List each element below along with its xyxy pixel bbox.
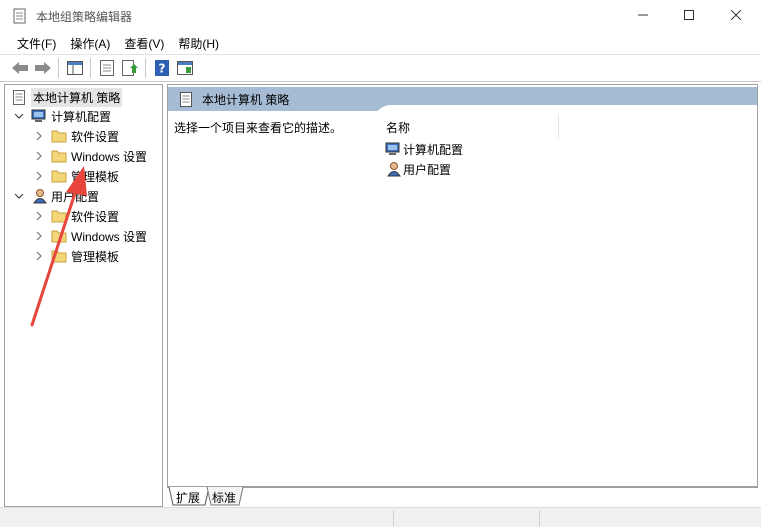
tree-item-label: 管理模板	[71, 169, 120, 184]
status-bar	[0, 507, 761, 527]
policy-icon	[178, 91, 194, 107]
forward-button[interactable]	[31, 57, 54, 79]
folder-icon	[51, 248, 67, 264]
user-icon	[31, 188, 47, 204]
view-button[interactable]	[173, 57, 196, 79]
tree-item-user-windows-settings[interactable]: Windows 设置	[33, 226, 147, 246]
tab-extended-label: 扩展	[176, 490, 201, 505]
tree-item-software-settings[interactable]: 软件设置	[33, 126, 119, 146]
tree-item-user-config[interactable]: 用户配置	[13, 186, 99, 206]
item-list: 名称 计算机配置 用户配置	[373, 105, 757, 486]
tree-item-label: 计算机配置	[51, 109, 112, 124]
chevron-right-icon[interactable]	[33, 170, 45, 182]
description-panel: 选择一个项目来查看它的描述。	[168, 111, 373, 486]
description-text: 选择一个项目来查看它的描述。	[174, 121, 343, 135]
column-header-name[interactable]: 名称	[373, 115, 559, 139]
minimize-button[interactable]	[620, 0, 666, 30]
tree-item-user-software-settings[interactable]: 软件设置	[33, 206, 119, 226]
toolbar-separator	[58, 58, 59, 78]
forward-icon	[34, 62, 51, 74]
tab-extended[interactable]: 扩展	[170, 487, 206, 507]
tree-item-windows-settings[interactable]: Windows 设置	[33, 146, 147, 166]
chevron-down-icon[interactable]	[13, 110, 25, 122]
properties-button[interactable]	[95, 57, 118, 79]
tree-pane: 本地计算机 策略 计算机配置 软件设置 Windows 设置 管理模板 用户配置…	[4, 84, 163, 507]
tree-item-label: 管理模板	[71, 249, 120, 264]
policy-app-icon	[12, 8, 28, 24]
tree-item-label: 软件设置	[71, 209, 120, 224]
details-pane: 本地计算机 策略 选择一个项目来查看它的描述。 名称 计算机配置 用户配置	[167, 84, 758, 487]
tab-standard-label: 标准	[212, 490, 237, 505]
view-icon	[176, 61, 193, 75]
folder-icon	[51, 148, 67, 164]
chevron-right-icon[interactable]	[33, 130, 45, 142]
computer-icon	[31, 108, 47, 124]
export-list-button[interactable]	[118, 57, 141, 79]
folder-icon	[51, 228, 67, 244]
folder-icon	[51, 128, 67, 144]
list-item-label: 计算机配置	[403, 142, 464, 157]
policy-icon	[11, 89, 27, 105]
export-list-icon	[121, 60, 138, 76]
minimize-icon	[638, 14, 648, 16]
maximize-icon	[684, 10, 694, 20]
maximize-button[interactable]	[666, 0, 712, 30]
tab-outline	[167, 487, 758, 506]
tree-item-label: Windows 设置	[71, 149, 148, 164]
list-item-label: 用户配置	[403, 162, 452, 177]
details-header-title: 本地计算机 策略	[202, 92, 290, 107]
chevron-right-icon[interactable]	[33, 210, 45, 222]
computer-icon	[385, 141, 401, 157]
tree-item-admin-templates[interactable]: 管理模板	[33, 166, 119, 186]
view-tabs: 扩展 标准	[167, 487, 758, 507]
menu-view[interactable]: 查看(V)	[117, 33, 171, 54]
back-icon	[11, 62, 28, 74]
chevron-right-icon[interactable]	[33, 150, 45, 162]
menu-help[interactable]: 帮助(H)	[171, 33, 226, 54]
window-title: 本地组策略编辑器	[36, 9, 133, 24]
chevron-down-icon[interactable]	[13, 190, 25, 202]
show-tree-button[interactable]	[63, 57, 86, 79]
tab-standard[interactable]: 标准	[206, 487, 242, 507]
close-button[interactable]	[713, 0, 759, 30]
toolbar: ?	[0, 54, 761, 82]
folder-icon	[51, 208, 67, 224]
svg-text:?: ?	[158, 62, 165, 76]
properties-icon	[99, 60, 114, 76]
list-item-computer-config[interactable]: 计算机配置	[385, 139, 463, 159]
menu-action[interactable]: 操作(A)	[63, 33, 117, 54]
status-divider	[539, 510, 540, 526]
column-header-label: 名称	[386, 120, 411, 135]
chevron-right-icon[interactable]	[33, 250, 45, 262]
tree-item-computer-config[interactable]: 计算机配置	[13, 106, 111, 126]
tree-item-local-computer-policy[interactable]: 本地计算机 策略	[11, 87, 123, 107]
tree-item-label: 用户配置	[51, 189, 100, 204]
tree-item-label: 软件设置	[71, 129, 120, 144]
toolbar-separator	[145, 58, 146, 78]
chevron-right-icon[interactable]	[33, 230, 45, 242]
list-item-user-config[interactable]: 用户配置	[385, 159, 451, 179]
menu-file[interactable]: 文件(F)	[10, 33, 63, 54]
status-divider	[393, 510, 394, 526]
help-icon: ?	[154, 60, 169, 76]
tree-item-user-admin-templates[interactable]: 管理模板	[33, 246, 119, 266]
toolbar-separator	[90, 58, 91, 78]
folder-icon	[51, 168, 67, 184]
menu-bar: 文件(F) 操作(A) 查看(V) 帮助(H)	[0, 32, 761, 54]
show-tree-icon	[66, 61, 83, 75]
back-button[interactable]	[8, 57, 31, 79]
tree-item-label: 本地计算机 策略	[31, 87, 123, 107]
tree-item-label: Windows 设置	[71, 229, 148, 244]
user-icon	[385, 161, 401, 177]
help-button[interactable]: ?	[150, 57, 173, 79]
close-icon	[731, 10, 741, 20]
